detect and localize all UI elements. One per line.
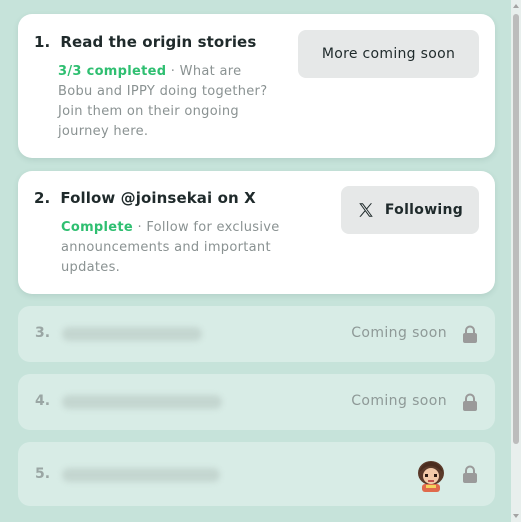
task-number: 3. (35, 325, 51, 341)
task-number: 4. (35, 393, 51, 409)
task-number: 1. (34, 33, 51, 51)
scrollbar-thumb[interactable] (513, 14, 519, 444)
coming-soon-label: Coming soon (351, 325, 447, 341)
lock-icon (463, 465, 477, 483)
task-title: 2. Follow @joinsekai on X (34, 189, 256, 207)
task-title-text: Follow @joinsekai on X (60, 189, 256, 207)
coming-soon-label: Coming soon (351, 393, 447, 409)
hidden-task-title (62, 327, 202, 341)
locked-task-5: 5. (18, 442, 495, 506)
task-status: 3/3 completed (58, 64, 167, 79)
button-label: More coming soon (321, 46, 456, 62)
quest-list: 1. Read the origin stories 3/3 completed … (0, 0, 511, 522)
lock-icon (463, 393, 477, 411)
lock-icon (463, 325, 477, 343)
scroll-up-arrow-icon[interactable] (511, 0, 521, 12)
task-description: 3/3 completed · What are Bobu and IPPY d… (58, 62, 278, 142)
more-coming-soon-button[interactable]: More coming soon (298, 30, 479, 78)
scrollbar[interactable] (511, 0, 521, 522)
scroll-down-arrow-icon[interactable] (511, 510, 521, 522)
x-logo-icon (359, 203, 373, 217)
task-title: 1. Read the origin stories (34, 33, 256, 51)
task-number: 2. (34, 189, 51, 207)
task-card-2: 2. Follow @joinsekai on X Complete · Foll… (18, 171, 495, 294)
task-title-text: Read the origin stories (60, 33, 257, 51)
avatar (418, 461, 444, 492)
hidden-task-title (62, 468, 220, 482)
following-button[interactable]: Following (341, 186, 479, 234)
task-card-1: 1. Read the origin stories 3/3 completed … (18, 14, 495, 158)
locked-task-3: 3. Coming soon (18, 306, 495, 362)
task-description: Complete · Follow for exclusive announce… (61, 218, 283, 278)
task-number: 5. (35, 466, 51, 482)
locked-task-4: 4. Coming soon (18, 374, 495, 430)
button-label: Following (384, 202, 464, 218)
hidden-task-title (62, 395, 222, 409)
task-status: Complete (61, 220, 134, 235)
